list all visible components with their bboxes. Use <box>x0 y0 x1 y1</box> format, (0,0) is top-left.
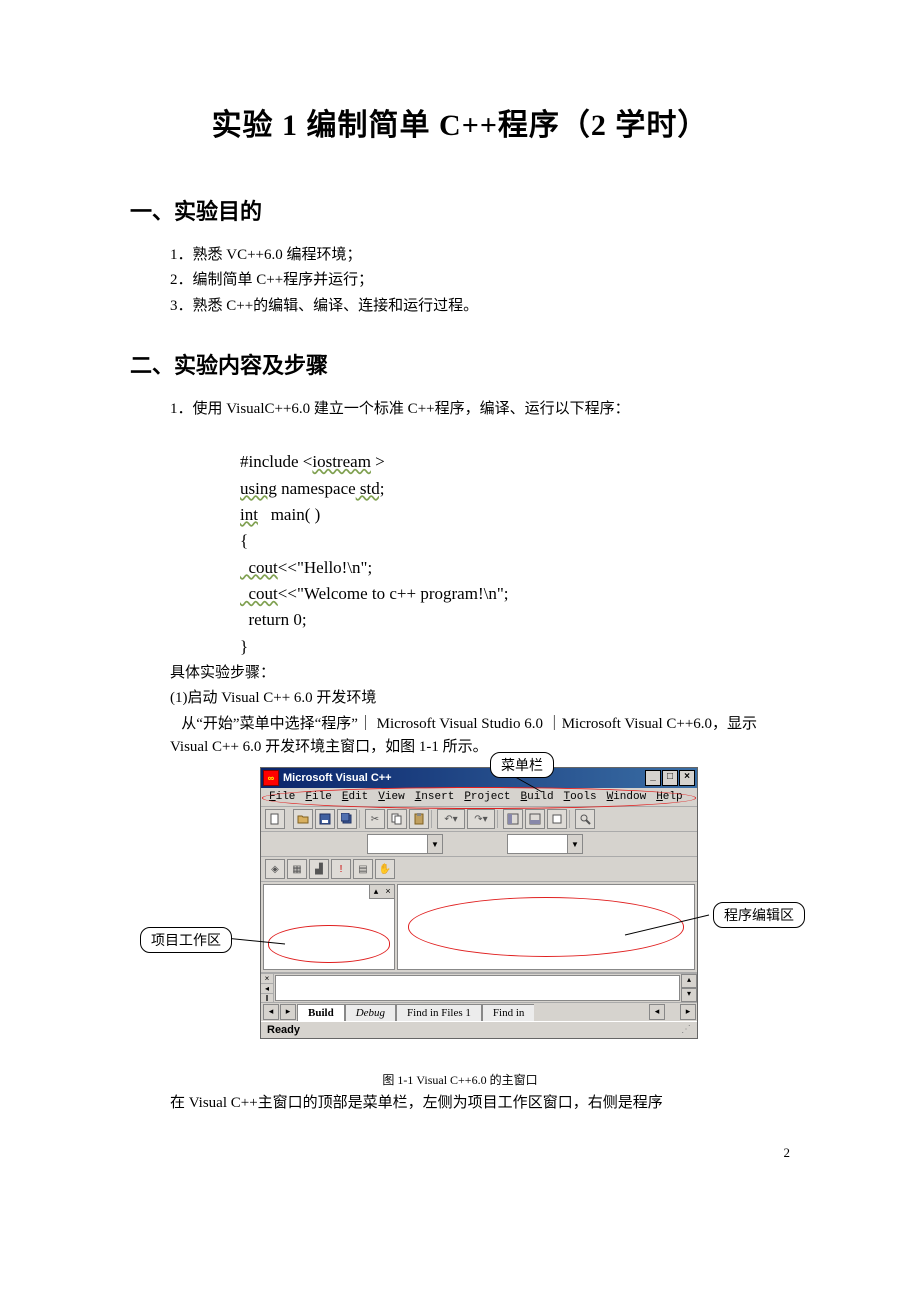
objective-item: 3．熟悉 C++的编辑、编译、连接和运行过程。 <box>170 295 790 318</box>
step-title: (1)启动 Visual C++ 6.0 开发环境 <box>170 687 790 710</box>
toolbar-wizard: ◈ ▦ ▟ ! ▤ ✋ <box>261 857 697 882</box>
vc6-window: ∞ Microsoft Visual C++ _ □ × File File E… <box>260 767 698 1039</box>
resize-grip-icon[interactable]: ⋰ <box>681 1024 691 1035</box>
output-close-icon[interactable]: × <box>261 974 273 984</box>
build-icon[interactable]: ▦ <box>287 859 307 879</box>
execute-icon[interactable]: ! <box>331 859 351 879</box>
code-listing: #include <iostream > using namespace std… <box>240 423 790 660</box>
hscroll-left-icon[interactable]: ◂ <box>649 1004 665 1020</box>
annotation-ellipse-workspace <box>268 925 390 963</box>
callout-menubar: 菜单栏 <box>490 752 554 778</box>
step-body: 从“开始”菜单中选择“程序”｜ Microsoft Visual Studio … <box>170 713 790 760</box>
menu-file[interactable]: File <box>301 790 335 804</box>
new-file-icon[interactable] <box>265 809 285 829</box>
workspace-icon[interactable] <box>503 809 523 829</box>
hscroll-right-icon[interactable]: ▸ <box>680 1004 696 1020</box>
menu-build[interactable]: Build <box>517 790 558 804</box>
scroll-down-icon[interactable]: ▾ <box>681 988 697 1002</box>
figure-caption: 图 1-1 Visual C++6.0 的主窗口 <box>130 1071 790 1088</box>
menu-tools[interactable]: Tools <box>560 790 601 804</box>
close-button[interactable]: × <box>679 770 695 786</box>
menu-insert[interactable]: Insert <box>411 790 459 804</box>
stop-build-icon[interactable]: ▟ <box>309 859 329 879</box>
page-title: 实验 1 编制简单 C++程序（2 学时） <box>130 100 790 144</box>
save-icon[interactable] <box>315 809 335 829</box>
callout-editor: 程序编辑区 <box>713 902 805 928</box>
menu-project[interactable]: Project <box>460 790 514 804</box>
code-line: { <box>240 531 248 550</box>
output-text-area[interactable] <box>275 975 680 1001</box>
tab-debug[interactable]: Debug <box>345 1004 396 1021</box>
window-title: Microsoft Visual C++ <box>283 772 392 784</box>
steps-header: 具体实验步骤： <box>170 662 790 685</box>
code-line: cout<<"Welcome to c++ program!\n"; <box>240 584 509 603</box>
status-bar: Ready ⋰ <box>261 1021 697 1038</box>
code-line: #include <iostream > <box>240 452 385 471</box>
code-line: int main( ) <box>240 505 320 524</box>
objectives-list: 1．熟悉 VC++6.0 编程环境； 2．编制简单 C++程序并运行； 3．熟悉… <box>170 244 790 318</box>
project-workspace-pane[interactable]: ▴× <box>263 884 395 970</box>
tab-scroll-left-icon[interactable]: ◂ <box>263 1004 279 1020</box>
status-text: Ready <box>267 1024 300 1036</box>
section-steps-heading: 二、实验内容及步骤 <box>130 348 790 380</box>
section-objectives-heading: 一、实验目的 <box>130 194 790 226</box>
redo-icon[interactable]: ↷▾ <box>467 809 495 829</box>
menu-view[interactable]: View <box>374 790 408 804</box>
output-tabbar: ◂ ▸ Build Debug Find in Files 1 Find in … <box>261 1002 697 1021</box>
objective-item: 1．熟悉 VC++6.0 编程环境； <box>170 244 790 267</box>
platform-dropdown[interactable]: ▼ <box>507 834 583 854</box>
open-file-icon[interactable] <box>293 809 313 829</box>
cut-icon[interactable]: ✂ <box>365 809 385 829</box>
app-icon: ∞ <box>263 770 279 786</box>
toolbar-build: ▼ ▼ <box>261 832 697 857</box>
callout-workspace: 项目工作区 <box>140 927 232 953</box>
code-line: using namespace std; <box>240 479 384 498</box>
maximize-button[interactable]: □ <box>662 770 678 786</box>
continuation-text: 在 Visual C++主窗口的顶部是菜单栏，左侧为项目工作区窗口，右侧是程序 <box>170 1092 790 1115</box>
output-scroll-icon[interactable]: ‖ <box>261 994 273 1003</box>
tab-build[interactable]: Build <box>297 1004 345 1021</box>
compile-icon[interactable]: ◈ <box>265 859 285 879</box>
menu-file[interactable]: File <box>265 790 299 804</box>
go-icon[interactable]: ▤ <box>353 859 373 879</box>
figure-1-1: 菜单栏 项目工作区 程序编辑区 ∞ Microsoft Visual C++ _… <box>260 767 700 1039</box>
code-line: return 0; <box>240 610 307 629</box>
workspace-tab-handle[interactable]: ▴× <box>369 885 394 899</box>
copy-icon[interactable] <box>387 809 407 829</box>
window-titlebar[interactable]: ∞ Microsoft Visual C++ _ □ × <box>261 768 697 788</box>
menu-edit[interactable]: Edit <box>338 790 372 804</box>
page-number: 2 <box>130 1145 790 1161</box>
window-list-icon[interactable] <box>547 809 567 829</box>
menubar[interactable]: File File Edit View Insert Project Build… <box>261 788 697 807</box>
output-pane: × ◂ ‖ ▴ ▾ ◂ ▸ Build Debug Find in Files <box>261 972 697 1021</box>
code-line: } <box>240 637 248 656</box>
tab-scroll-right-icon[interactable]: ▸ <box>280 1004 296 1020</box>
undo-icon[interactable]: ↶▾ <box>437 809 465 829</box>
menu-help[interactable]: Help <box>652 790 686 804</box>
annotation-ellipse-editor <box>408 897 684 957</box>
tab-find-in-files-2[interactable]: Find in <box>482 1004 534 1021</box>
scroll-up-icon[interactable]: ▴ <box>681 974 697 988</box>
code-line: cout<<"Hello!\n"; <box>240 558 372 577</box>
task-description: 1．使用 VisualC++6.0 建立一个标准 C++程序，编译、运行以下程序… <box>170 398 790 421</box>
breakpoint-icon[interactable]: ✋ <box>375 859 395 879</box>
config-dropdown[interactable]: ▼ <box>367 834 443 854</box>
menu-window[interactable]: Window <box>603 790 651 804</box>
minimize-button[interactable]: _ <box>645 770 661 786</box>
code-editor-pane[interactable] <box>397 884 695 970</box>
paste-icon[interactable] <box>409 809 429 829</box>
output-icon[interactable] <box>525 809 545 829</box>
toolbar-standard: ✂ ↶▾ ↷▾ <box>261 807 697 832</box>
tab-find-in-files[interactable]: Find in Files 1 <box>396 1004 482 1021</box>
save-all-icon[interactable] <box>337 809 357 829</box>
output-scroll-icon[interactable]: ◂ <box>261 984 273 994</box>
objective-item: 2．编制简单 C++程序并运行； <box>170 269 790 292</box>
find-icon[interactable] <box>575 809 595 829</box>
